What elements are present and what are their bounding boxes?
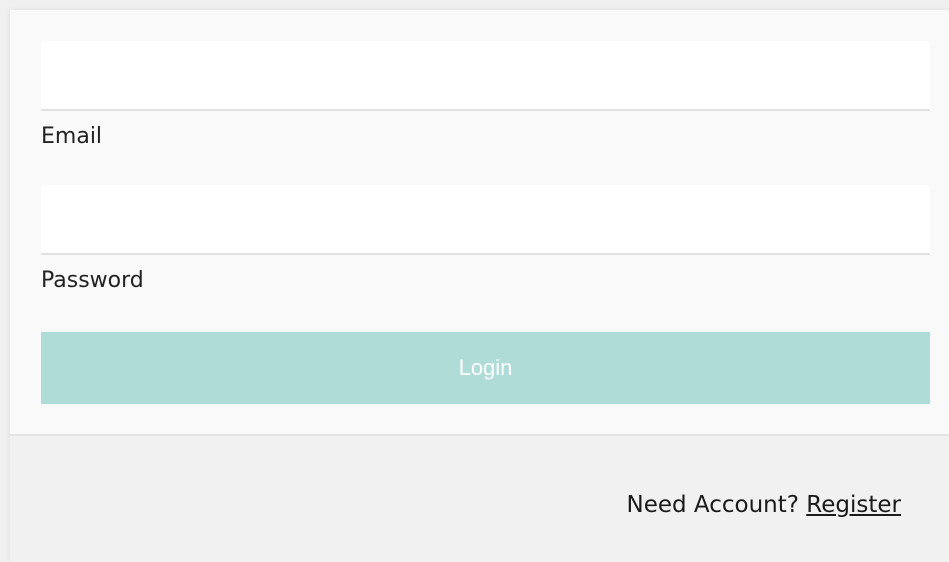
login-button[interactable]: Login (41, 332, 930, 404)
password-input[interactable] (41, 185, 930, 255)
email-input[interactable] (41, 41, 930, 111)
login-card: Email Password Login Need Account? Regis… (10, 10, 949, 562)
register-link[interactable]: Register (806, 492, 901, 518)
form-footer: Need Account? Register (10, 434, 949, 562)
register-prompt: Need Account? Register (626, 492, 901, 518)
password-label: Password (41, 268, 144, 293)
need-account-text: Need Account? (626, 492, 799, 518)
email-label: Email (41, 124, 103, 149)
login-form: Email Password Login (10, 10, 949, 434)
